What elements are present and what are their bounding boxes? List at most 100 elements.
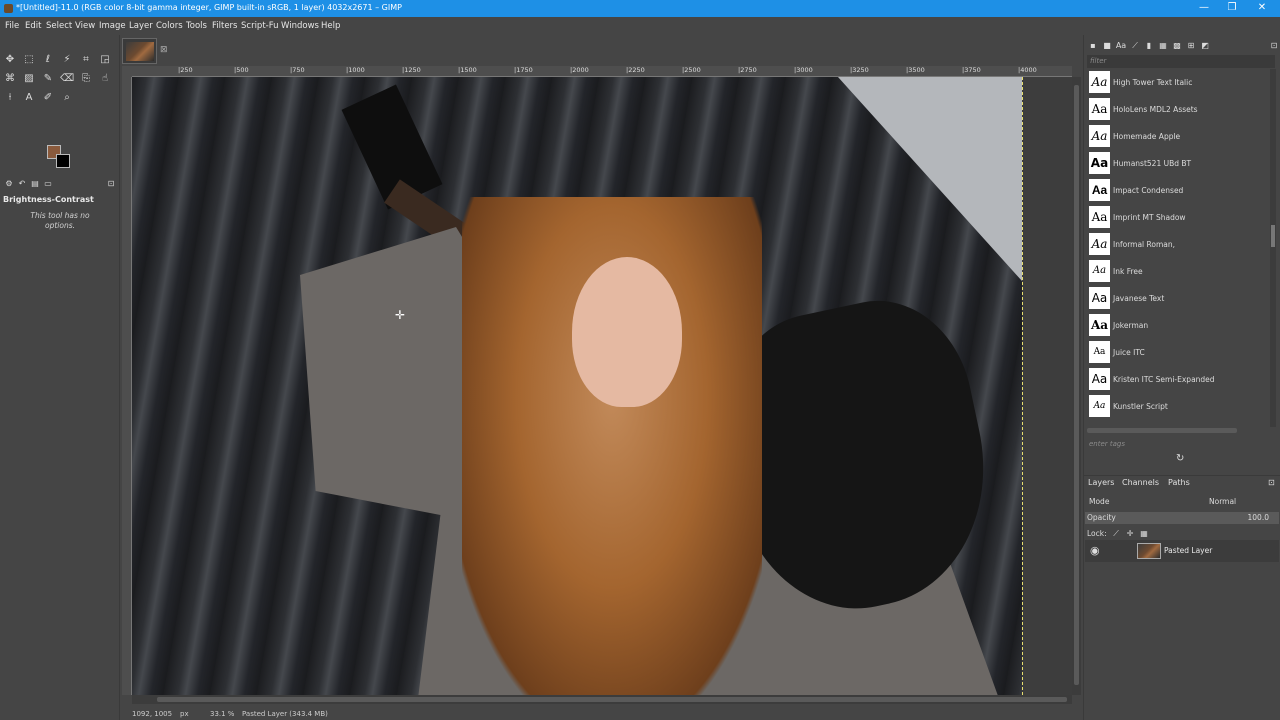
font-item[interactable]: Aa Ink Free <box>1087 258 1268 284</box>
palettes-tab-icon[interactable]: ▦ <box>1156 39 1170 53</box>
font-item[interactable]: Aa Imprint MT Shadow <box>1087 204 1268 230</box>
vertical-scrollbar[interactable] <box>1072 77 1081 695</box>
scroll-thumb[interactable] <box>157 697 1067 702</box>
templates-tab-icon[interactable]: ◩ <box>1198 39 1212 53</box>
minimize-button[interactable]: — <box>1190 0 1218 17</box>
rect-select-tool-icon[interactable]: ⬚ <box>22 53 36 67</box>
configure-dock-icon[interactable]: ⊡ <box>1267 39 1280 53</box>
lock-alpha-icon[interactable]: ▦ <box>1137 527 1151 541</box>
font-item[interactable]: Aa Juice ITC <box>1087 339 1268 365</box>
mode-select[interactable]: Normal <box>1209 497 1236 506</box>
menu-filters[interactable]: Filters <box>212 21 237 31</box>
font-item[interactable]: Aa Jokerman <box>1087 312 1268 338</box>
refresh-fonts-icon[interactable]: ↻ <box>1176 453 1184 464</box>
font-item[interactable]: Aa Kunstler Script <box>1087 393 1268 419</box>
menu-bar: File Edit Select View Image Layer Colors… <box>0 17 1280 35</box>
opacity-slider[interactable]: Opacity 100.0 <box>1085 512 1279 524</box>
images-tab-icon[interactable]: ▭ <box>41 177 55 191</box>
paint-dynamics-tab-icon[interactable]: ⟋ <box>1128 39 1142 53</box>
menu-select[interactable]: Select <box>46 21 72 31</box>
lock-pixels-icon[interactable]: ⟋ <box>1109 527 1123 541</box>
menu-layer[interactable]: Layer <box>129 21 153 31</box>
menu-file[interactable]: File <box>5 21 19 31</box>
scroll-thumb[interactable] <box>1271 225 1275 247</box>
color-picker-tool-icon[interactable]: ✐ <box>41 91 55 105</box>
unified-transform-tool-icon[interactable]: ◲ <box>98 53 112 67</box>
font-name: Homemade Apple <box>1113 132 1181 141</box>
lock-position-icon[interactable]: ✛ <box>1123 527 1137 541</box>
font-item[interactable]: Aa Kristen ITC Semi-Expanded <box>1087 366 1268 392</box>
font-list-hscrollbar[interactable] <box>1087 428 1237 433</box>
font-item[interactable]: Aa High Tower Text Italic <box>1087 69 1268 95</box>
menu-edit[interactable]: Edit <box>25 21 41 31</box>
paths-tool-icon[interactable]: ⍿ <box>3 91 17 105</box>
pointer-coordinates: 1092, 1005 <box>132 710 173 718</box>
opacity-value[interactable]: 100.0 <box>1248 513 1269 522</box>
layer-name[interactable]: Pasted Layer <box>1164 546 1212 555</box>
font-item[interactable]: Aa HoloLens MDL2 Assets <box>1087 96 1268 122</box>
ruler-label: |2500 <box>682 66 701 74</box>
tool-options-tab-icon[interactable]: ⚙ <box>2 177 16 191</box>
font-list-scrollbar[interactable] <box>1270 69 1276 427</box>
menu-script-fu[interactable]: Script-Fu <box>241 21 279 31</box>
tab-channels[interactable]: Channels <box>1122 478 1159 487</box>
menu-view[interactable]: View <box>75 21 95 31</box>
close-image-icon[interactable]: ⊠ <box>160 45 168 55</box>
tool-presets-tab-icon[interactable]: ▩ <box>1170 39 1184 53</box>
smudge-tool-icon[interactable]: ☝ <box>98 72 112 86</box>
device-status-tab-icon[interactable]: ↶ <box>15 177 29 191</box>
horizontal-scrollbar[interactable] <box>132 695 1072 704</box>
tab-layers[interactable]: Layers <box>1088 478 1114 487</box>
paintbrush-tool-icon[interactable]: ✎ <box>41 72 55 86</box>
font-name: Imprint MT Shadow <box>1113 213 1186 222</box>
document-history-tab-icon[interactable]: ⊞ <box>1184 39 1198 53</box>
font-preview: Aa <box>1089 395 1110 417</box>
undo-history-tab-icon[interactable]: ▤ <box>28 177 42 191</box>
visibility-eye-icon[interactable]: ◉ <box>1090 544 1100 557</box>
menu-windows[interactable]: Windows <box>281 21 319 31</box>
bucket-fill-tool-icon[interactable]: ▨ <box>22 72 36 86</box>
text-tool-icon[interactable]: A <box>22 91 36 105</box>
font-preview: Aa <box>1089 233 1110 255</box>
scroll-thumb[interactable] <box>1074 85 1079 685</box>
patterns-tab-icon[interactable]: ■ <box>1100 39 1114 53</box>
eraser-tool-icon[interactable]: ⌫ <box>60 72 74 86</box>
warp-tool-icon[interactable]: ⌘ <box>3 72 17 86</box>
brushes-tab-icon[interactable]: ▪ <box>1086 39 1100 53</box>
font-item[interactable]: Aa Homemade Apple <box>1087 123 1268 149</box>
zoom-tool-icon[interactable]: ⌕ <box>60 91 74 105</box>
clone-tool-icon[interactable]: ⎘ <box>79 72 93 86</box>
lasso-tool-icon[interactable]: ℓ <box>41 53 55 67</box>
configure-tab-icon[interactable]: ⊡ <box>104 177 118 191</box>
font-item[interactable]: Aa Humanst521 UBd BT <box>1087 150 1268 176</box>
font-preview: Aa <box>1089 314 1110 336</box>
close-button[interactable]: ✕ <box>1248 0 1276 17</box>
menu-help[interactable]: Help <box>321 21 340 31</box>
font-item[interactable]: Aa Impact Condensed <box>1087 177 1268 203</box>
menu-image[interactable]: Image <box>99 21 126 31</box>
layer-row[interactable]: ◉ Pasted Layer <box>1085 540 1279 562</box>
fuzzy-select-tool-icon[interactable]: ⚡ <box>60 53 74 67</box>
vertical-ruler[interactable] <box>122 77 132 695</box>
gradients-tab-icon[interactable]: ▮ <box>1142 39 1156 53</box>
restore-button[interactable]: ❐ <box>1218 0 1246 17</box>
font-item[interactable]: Aa Javanese Text <box>1087 285 1268 311</box>
font-name: Kristen ITC Semi-Expanded <box>1113 375 1215 384</box>
configure-layers-icon[interactable]: ⊡ <box>1268 478 1275 487</box>
fonts-tab-icon[interactable]: Aa <box>1114 39 1128 53</box>
zoom-selector[interactable]: 33.1 % <box>210 710 234 718</box>
background-color-swatch[interactable] <box>56 154 70 168</box>
tag-input[interactable]: enter tags <box>1087 438 1275 450</box>
menu-tools[interactable]: Tools <box>186 21 207 31</box>
unit-selector[interactable]: px <box>180 710 189 718</box>
font-item[interactable]: Aa Informal Roman, <box>1087 231 1268 257</box>
layer-thumbnail <box>1137 543 1161 559</box>
crop-tool-icon[interactable]: ⌗ <box>79 53 93 67</box>
image-tab[interactable] <box>122 38 157 64</box>
horizontal-ruler[interactable]: |250 |500 |750 |1000 |1250 |1500 |1750 |… <box>132 66 1072 77</box>
tab-paths[interactable]: Paths <box>1168 478 1190 487</box>
move-tool-icon[interactable]: ✥ <box>3 53 17 67</box>
image-canvas[interactable]: ✛ <box>132 77 1072 695</box>
menu-colors[interactable]: Colors <box>156 21 183 31</box>
font-filter-input[interactable]: filter <box>1087 55 1275 68</box>
